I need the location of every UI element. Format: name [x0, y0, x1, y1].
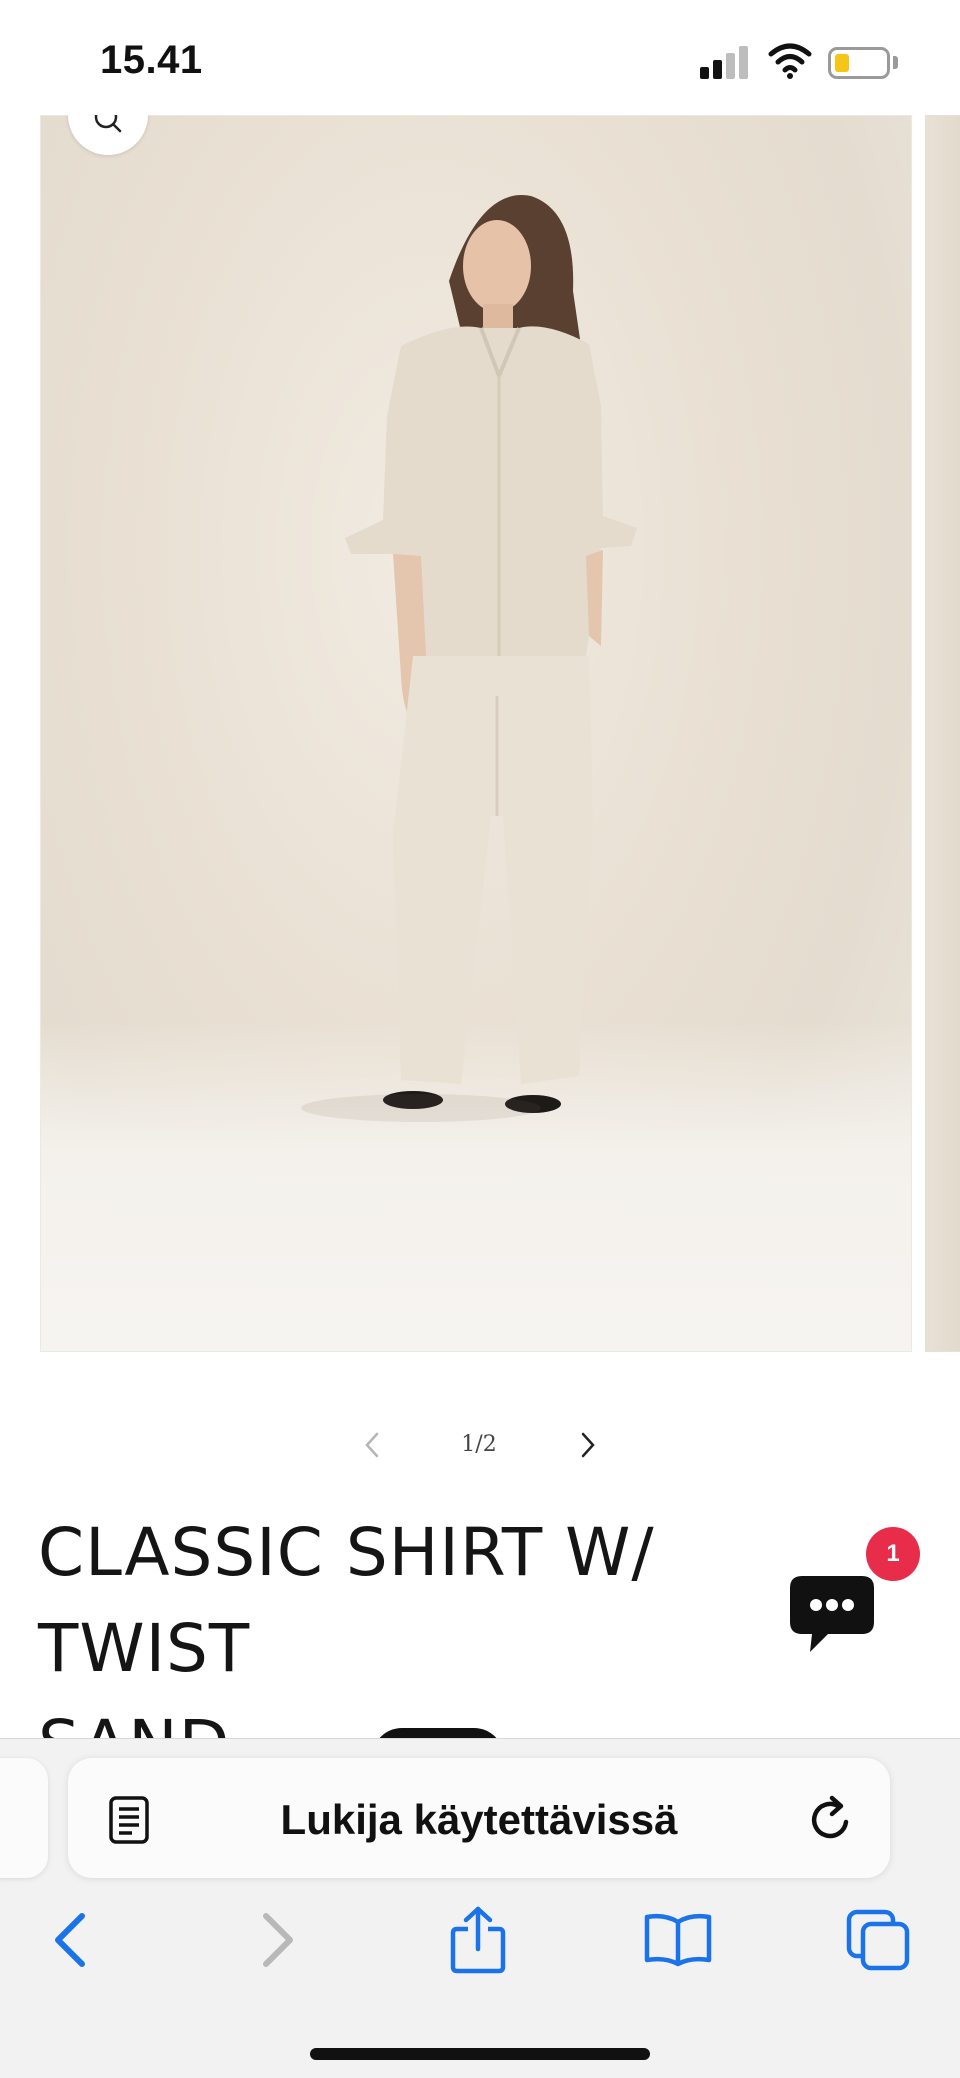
- home-indicator[interactable]: [310, 2048, 650, 2060]
- tabs-button[interactable]: [838, 1900, 918, 1980]
- chevron-right-icon: [581, 1432, 595, 1458]
- share-icon: [450, 1906, 506, 1974]
- status-bar: 15.41: [0, 0, 960, 115]
- bookmarks-button[interactable]: [638, 1900, 718, 1980]
- model-figure: [301, 195, 637, 1122]
- chat-button[interactable]: [788, 1574, 876, 1654]
- product-image[interactable]: [40, 115, 912, 1352]
- reload-icon[interactable]: [808, 1794, 854, 1844]
- tabs-icon: [846, 1909, 910, 1971]
- share-button[interactable]: [438, 1900, 518, 1980]
- address-bar[interactable]: Lukija käytettävissä: [68, 1758, 890, 1878]
- slide-counter: 1/2: [461, 1432, 497, 1457]
- chat-bubble-icon: [790, 1576, 874, 1652]
- next-slide-button[interactable]: [568, 1420, 608, 1470]
- reader-available-label[interactable]: Lukija käytettävissä: [178, 1796, 780, 1844]
- back-button[interactable]: [30, 1900, 110, 1980]
- product-title-line-1: CLASSIC SHIRT W/ TWIST: [38, 1514, 655, 1687]
- next-product-image-peek[interactable]: [925, 115, 960, 1352]
- chat-unread-badge: 1: [866, 1527, 920, 1581]
- chevron-left-icon: [365, 1432, 379, 1458]
- cellular-signal-icon: [700, 45, 750, 79]
- gallery-pagination: 1/2: [0, 1420, 960, 1470]
- search-icon: [94, 115, 122, 133]
- forward-arrow-icon: [263, 1913, 293, 1967]
- battery-cap: [893, 56, 898, 69]
- battery-level: [835, 54, 849, 72]
- wifi-icon: [768, 43, 812, 79]
- previous-tab-peek[interactable]: [0, 1758, 48, 1878]
- product-gallery[interactable]: [0, 115, 960, 1355]
- previous-slide-button[interactable]: [352, 1420, 392, 1470]
- reader-mode-icon[interactable]: [108, 1795, 150, 1845]
- forward-button[interactable]: [238, 1900, 318, 1980]
- browser-toolbar: [0, 1900, 960, 1980]
- bookmarks-icon: [644, 1913, 712, 1967]
- back-arrow-icon: [55, 1913, 85, 1967]
- battery-icon: [828, 47, 890, 79]
- status-time: 15.41: [100, 38, 203, 82]
